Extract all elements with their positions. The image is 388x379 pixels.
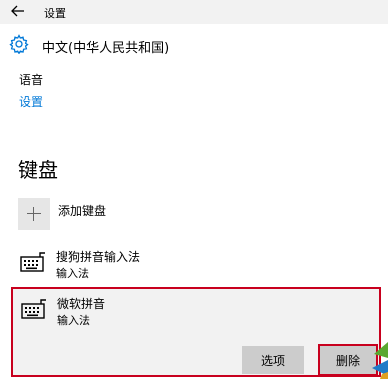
back-arrow-icon[interactable] [10, 3, 26, 19]
selected-keyboard-panel: 微软拼音 输入法 选项 删除 [11, 287, 381, 377]
title-bar: 设置 [0, 0, 388, 24]
keyboard-item-sogou[interactable]: 搜狗拼音输入法 输入法 [18, 248, 358, 280]
voice-section-label: 语音 [19, 73, 44, 87]
keyboard-icon [21, 299, 46, 319]
page-title: 中文(中华人民共和国) [42, 41, 170, 56]
add-keyboard-label: 添加键盘 [58, 204, 107, 218]
plus-icon [18, 198, 50, 230]
window-title: 设置 [44, 7, 66, 20]
page-header: 中文(中华人民共和国) [0, 24, 388, 66]
keyboard-item-microsoft-pinyin[interactable]: 微软拼音 输入法 [19, 295, 359, 327]
keyboard-item-type: 输入法 [56, 267, 89, 280]
corner-logo-icon [372, 342, 388, 379]
voice-settings-link[interactable]: 设置 [19, 93, 43, 110]
keyboard-item-name: 微软拼音 [57, 297, 106, 311]
keyboard-item-type: 输入法 [57, 314, 90, 327]
options-button[interactable]: 选项 [242, 346, 304, 374]
keyboard-item-name: 搜狗拼音输入法 [56, 250, 141, 264]
keyboard-section-heading: 键盘 [18, 158, 58, 182]
keyboard-icon [20, 252, 45, 272]
add-keyboard-button[interactable]: 添加键盘 [18, 198, 258, 232]
gear-icon [9, 34, 29, 54]
